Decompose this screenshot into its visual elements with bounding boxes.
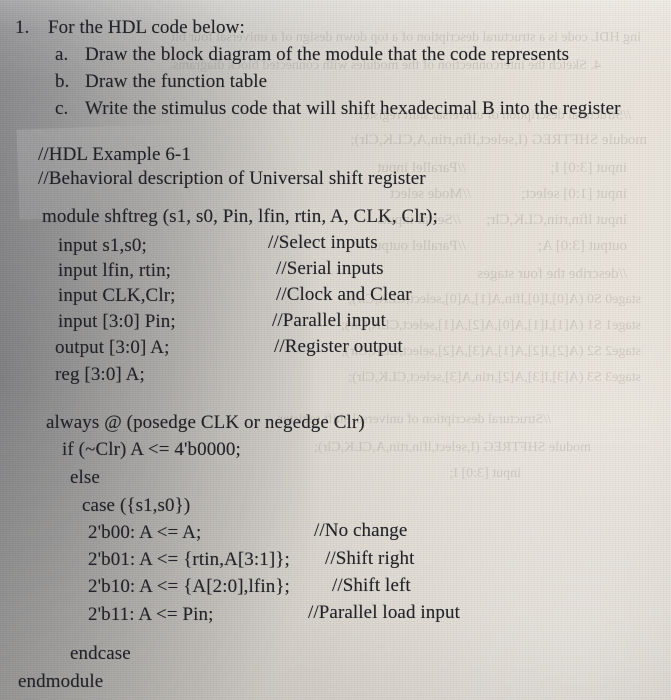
subitem-text-a: Draw the block diagram of the module tha…: [85, 44, 570, 65]
code-comment: //Shift right: [325, 548, 415, 569]
printed-text-layer: 1. For the HDL code below: a. Draw the b…: [0, 0, 671, 700]
subitem-text-c: Write the stimulus code that will shift …: [85, 98, 621, 119]
code-line: case ({s1,s0}): [82, 495, 191, 516]
code-comment: //Clock and Clear: [276, 284, 412, 305]
code-line: input s1,s0;: [58, 235, 147, 256]
code-comment: //Shift left: [332, 575, 411, 596]
code-line: else: [70, 467, 100, 488]
code-line: input [3:0] Pin;: [58, 311, 176, 332]
code-line: 2'b10: A <= {A[2:0],lfin};: [88, 576, 290, 597]
code-comment: //Serial inputs: [276, 258, 384, 279]
code-line: endmodule: [18, 671, 104, 692]
code-line: if (~Clr) A <= 4'b0000;: [62, 439, 241, 460]
code-comment: //Register output: [274, 336, 403, 357]
code-line: output [3:0] A;: [55, 337, 170, 358]
code-line: endcase: [70, 643, 131, 664]
subitem-text-b: Draw the function table: [85, 71, 268, 92]
subitem-label-a: a.: [55, 44, 69, 65]
code-comment: //Parallel input: [272, 310, 386, 331]
code-comment: //Parallel load input: [308, 602, 460, 623]
code-line: always @ (posedge CLK or negedge Clr): [46, 412, 365, 433]
code-line: module shftreg (s1, s0, Pin, lfin, rtin,…: [42, 206, 438, 227]
code-line: 2'b11: A <= Pin;: [88, 604, 214, 625]
code-comment: //No change: [314, 520, 408, 541]
scanned-page: ing HDL code is a structural description…: [0, 0, 671, 700]
question-prompt: For the HDL code below:: [48, 17, 245, 38]
code-line: 2'b00: A <= A;: [88, 522, 202, 543]
code-line: input CLK,Clr;: [58, 285, 176, 306]
question-number: 1.: [15, 17, 30, 38]
code-line: reg [3:0] A;: [55, 364, 145, 385]
subitem-label-b: b.: [55, 71, 70, 92]
code-line: input lfin, rtin;: [58, 260, 172, 281]
code-header-comment: //Behavioral description of Universal sh…: [38, 168, 426, 189]
code-line: 2'b01: A <= {rtin,A[3:1]};: [88, 549, 290, 570]
code-comment: //Select inputs: [268, 232, 378, 253]
code-header-comment: //HDL Example 6-1: [38, 144, 191, 165]
subitem-label-c: c.: [55, 98, 69, 119]
